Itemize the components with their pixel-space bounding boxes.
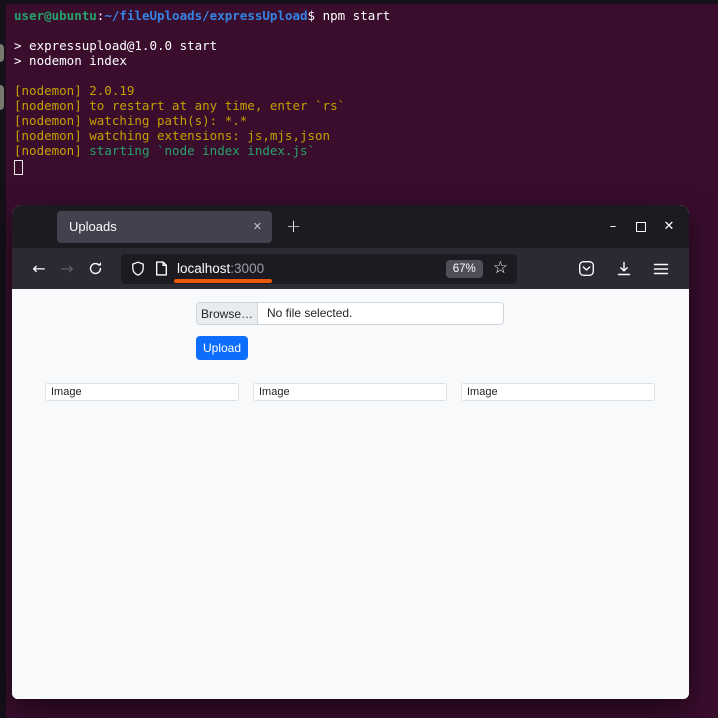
terminal-output: user@ubuntu:~/fileUploads/expressUpload$… (6, 4, 718, 158)
dock-icon-sliver (0, 44, 4, 62)
tab-title: Uploads (57, 219, 243, 234)
browse-button[interactable]: Browse… (197, 303, 258, 324)
file-input[interactable]: Browse… No file selected. (196, 302, 504, 325)
tab-bar: Uploads ✕ + – ✕ (12, 205, 689, 248)
cards-row: Image Image Image (45, 383, 655, 401)
reload-icon (88, 261, 103, 276)
url-host: localhost (177, 261, 230, 276)
browser-window: Uploads ✕ + – ✕ ← → localhost:30 (12, 205, 689, 699)
image-card: Image (253, 383, 447, 401)
terminal-line (14, 68, 718, 83)
url-annotation-underline (174, 279, 272, 283)
toolbar-right-icons (578, 260, 676, 277)
bookmark-star-icon[interactable]: ☆ (493, 260, 508, 277)
new-tab-button[interactable]: + (286, 216, 301, 237)
terminal-line: [nodemon] watching path(s): *.* (14, 113, 718, 128)
image-card: Image (45, 383, 239, 401)
url-text: localhost:3000 (177, 261, 264, 276)
back-button[interactable]: ← (25, 259, 53, 278)
dock-icon-sliver (0, 85, 4, 110)
terminal-cursor (14, 160, 23, 175)
file-status-text: No file selected. (258, 303, 352, 324)
close-button[interactable]: ✕ (663, 219, 675, 234)
navigation-toolbar: ← → localhost:3000 67% ☆ (12, 248, 689, 289)
url-port: :3000 (230, 261, 264, 276)
page-content: Browse… No file selected. Upload ImageIm… (12, 289, 689, 699)
terminal-line: > expressupload@1.0.0 start (14, 38, 718, 53)
terminal-line: [nodemon] watching extensions: js,mjs,js… (14, 128, 718, 143)
pocket-icon[interactable] (578, 260, 595, 277)
upload-button[interactable]: Upload (196, 336, 248, 360)
shield-icon[interactable] (130, 261, 146, 277)
window-controls: – ✕ (607, 219, 675, 234)
terminal-line: > nodemon index (14, 53, 718, 68)
tab-close-icon[interactable]: ✕ (243, 216, 272, 237)
terminal-line: [nodemon] starting `node index index.js` (14, 143, 718, 158)
tab-uploads[interactable]: Uploads ✕ (57, 211, 272, 243)
terminal-line (14, 23, 718, 38)
image-card: Image (461, 383, 655, 401)
download-icon[interactable] (616, 261, 632, 277)
minimize-button[interactable]: – (607, 219, 619, 234)
forward-button[interactable]: → (53, 259, 81, 278)
terminal-line: [nodemon] 2.0.19 (14, 83, 718, 98)
terminal-line: [nodemon] to restart at any time, enter … (14, 98, 718, 113)
terminal-line: user@ubuntu:~/fileUploads/expressUpload$… (14, 8, 718, 23)
reload-button[interactable] (81, 261, 109, 276)
zoom-level-badge[interactable]: 67% (446, 260, 483, 278)
maximize-button[interactable] (636, 222, 646, 232)
page-info-icon[interactable] (155, 261, 168, 276)
menu-hamburger-icon[interactable] (653, 262, 669, 276)
url-bar[interactable]: localhost:3000 67% ☆ (121, 254, 517, 284)
